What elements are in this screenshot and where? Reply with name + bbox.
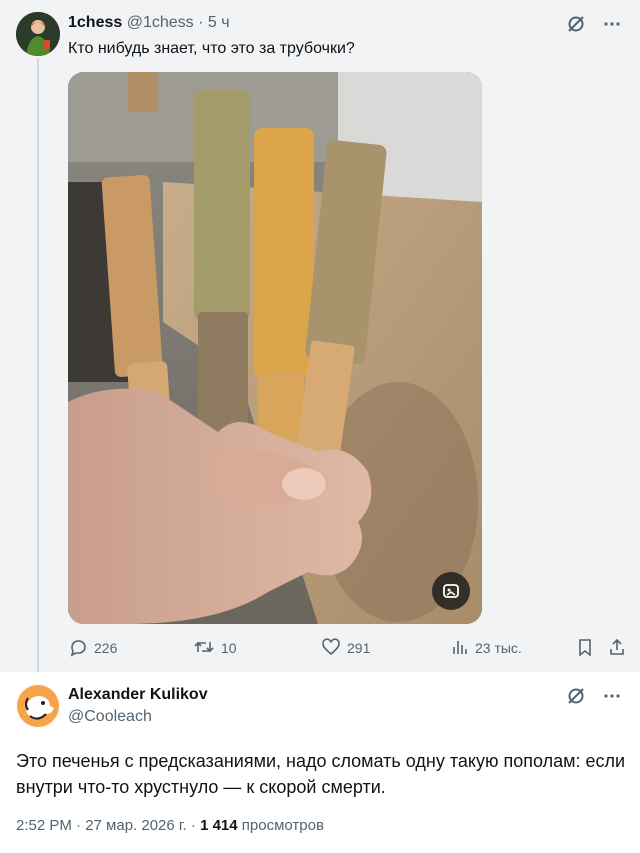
reply-count: 226 [94, 640, 118, 656]
tweet-top-actions [566, 686, 622, 711]
display-name[interactable]: Alexander Kulikov [68, 686, 208, 704]
handle[interactable]: @1chess [127, 14, 194, 31]
reply-button[interactable]: 226 [68, 636, 117, 660]
retweet-icon [193, 637, 215, 660]
time-ago[interactable]: 5 ч [208, 14, 230, 31]
views-count: 23 тыс. [475, 640, 522, 656]
thread-line [37, 58, 39, 672]
more-dots-icon[interactable] [602, 14, 622, 39]
bar-chart-icon [451, 637, 469, 660]
reply-bubble-icon [68, 637, 88, 660]
original-tweet[interactable]: 1chess @1chess · 5 ч Кто нибудь знает, ч… [0, 0, 640, 672]
tweet-text: Это печенья с предсказаниями, надо слома… [16, 751, 626, 797]
views-button[interactable]: 23 тыс. [451, 636, 522, 660]
heart-icon [321, 637, 341, 660]
share-button[interactable] [608, 636, 626, 660]
bookmark-icon [576, 637, 594, 660]
reply-tweet[interactable]: Alexander Kulikov @Cooleach Это печенья … [0, 672, 640, 853]
timestamp[interactable]: 2:52 PM · 27 мар. 2026 г. · [16, 817, 200, 834]
views-count[interactable]: 1 414 [200, 817, 238, 834]
tweet-header: 1chess @1chess · 5 ч [68, 14, 230, 32]
avatar[interactable] [16, 684, 60, 728]
display-name[interactable]: 1chess [68, 14, 122, 31]
separator-dot: · [198, 14, 204, 31]
avatar[interactable] [16, 12, 60, 56]
retweet-button[interactable]: 10 [193, 636, 237, 660]
tweet-meta: 2:52 PM · 27 мар. 2026 г. · 1 414 просмо… [16, 817, 324, 834]
image-edit-button[interactable] [432, 572, 470, 610]
tweet-text: Кто нибудь знает, что это за трубочки? [68, 40, 355, 57]
grok-icon[interactable] [566, 14, 586, 39]
views-label: просмотров [237, 817, 324, 834]
tweet-actions-bar: 226 10 291 23 тыс. [68, 636, 628, 660]
retweet-count: 10 [221, 640, 237, 656]
photo-tubes-in-hand [68, 72, 482, 624]
tweet-top-actions [566, 14, 622, 39]
handle[interactable]: @Cooleach [68, 708, 152, 726]
bookmark-button[interactable] [576, 636, 594, 660]
like-button[interactable]: 291 [321, 636, 370, 660]
tweet-photo[interactable] [68, 72, 482, 624]
like-count: 291 [347, 640, 371, 656]
grok-icon[interactable] [566, 686, 586, 711]
share-icon [608, 637, 626, 660]
image-edit-icon [441, 581, 461, 601]
more-dots-icon[interactable] [602, 686, 622, 711]
